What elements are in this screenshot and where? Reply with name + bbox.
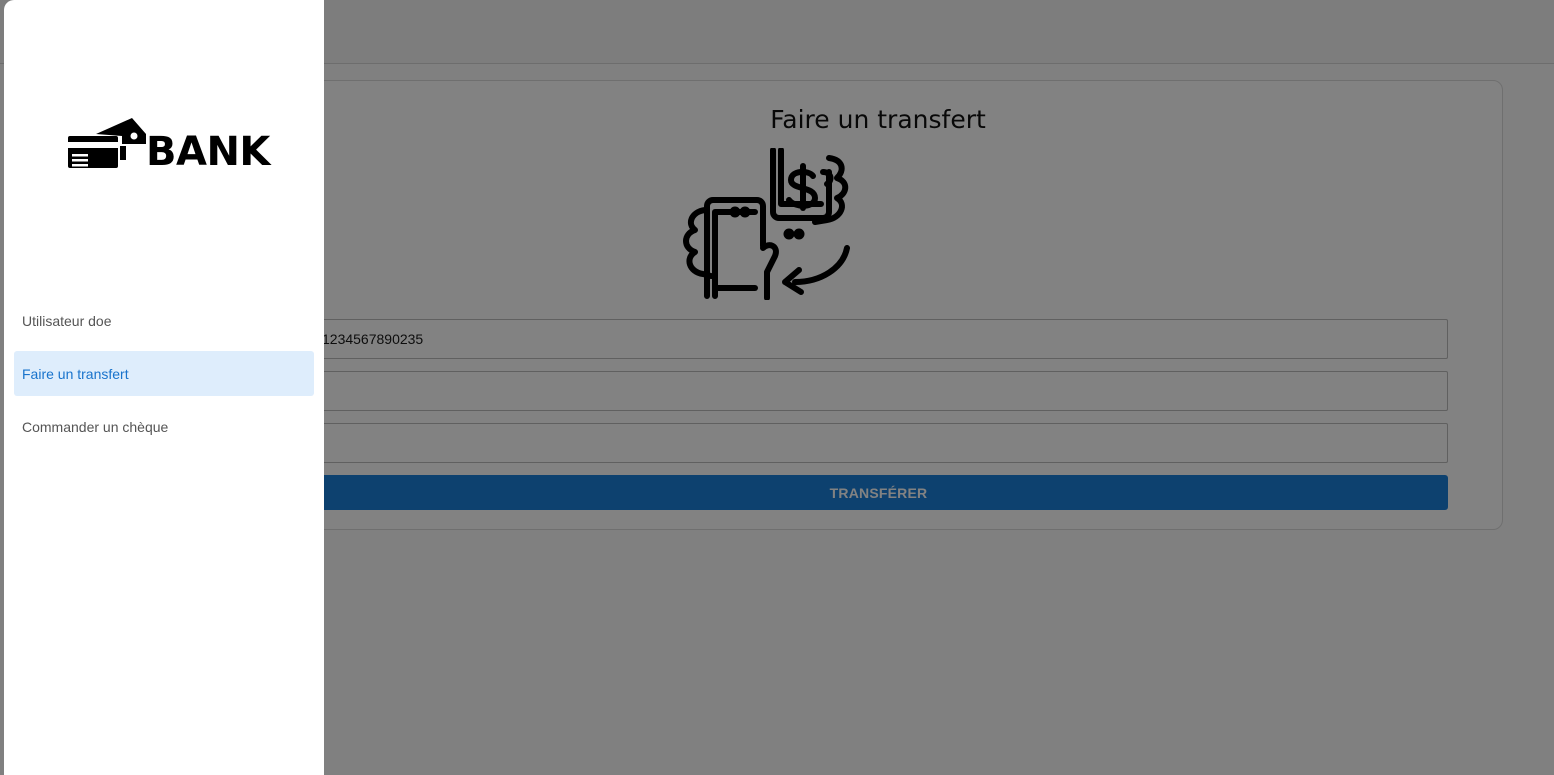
sidebar-item-label: Faire un transfert	[22, 365, 129, 382]
bank-wordmark: BANK	[146, 129, 270, 175]
sidebar-item-label: Utilisateur doe	[22, 312, 112, 329]
sidebar-item-user[interactable]: Utilisateur doe	[14, 298, 314, 343]
sidebar-nav: Utilisateur doe Faire un transfert Comma…	[14, 298, 314, 457]
sidebar-item-label: Commander un chèque	[22, 418, 169, 435]
navigation-drawer: BANK Utilisateur doe Faire un transfert …	[4, 0, 324, 775]
sidebar-item-order-cheque[interactable]: Commander un chèque	[14, 404, 314, 449]
app-root: Faire un transfert 1234567890235 TRANSFÉ…	[0, 0, 1554, 775]
sidebar-item-transfer[interactable]: Faire un transfert	[14, 351, 314, 396]
credit-card-icon	[68, 118, 146, 168]
bank-logo: BANK	[66, 116, 270, 175]
